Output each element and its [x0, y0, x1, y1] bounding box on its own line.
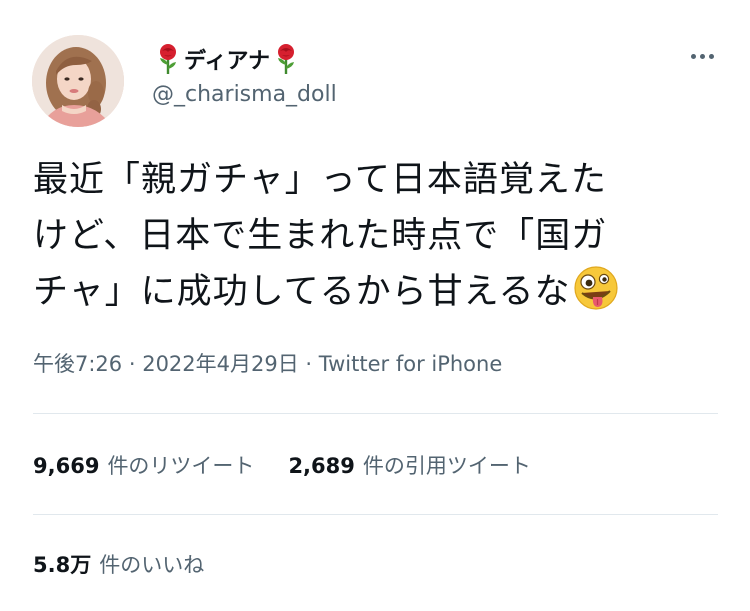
quotes-label: 件の引用ツイート	[362, 454, 531, 478]
divider	[33, 514, 718, 515]
tweet-text: 最近「親ガチャ」って日本語覚えた けど、日本で生まれた時点で「国ガ チャ」に成功…	[33, 152, 723, 320]
avatar-photo	[32, 35, 124, 127]
likes-stats-row: 5.8万 件のいいね	[33, 549, 238, 579]
tweet-text-line: けど、日本で生まれた時点で「国ガ	[33, 216, 608, 256]
tweet-text-line: チャ」に成功してるから甘えるな	[33, 272, 571, 312]
author-display-name: ディアナ	[184, 49, 271, 74]
rose-emoji-icon	[274, 43, 298, 75]
retweets-count: 9,669	[33, 454, 100, 478]
engagement-stats-row: 9,669 件のリツイート 2,689 件の引用ツイート	[33, 450, 565, 480]
likes-count: 5.8万	[33, 553, 92, 577]
tweet-time: 午後7:26	[33, 352, 123, 376]
likes-label: 件のいいね	[99, 553, 205, 577]
author-handle[interactable]: @_charisma_doll	[152, 82, 337, 107]
tweet-time-link[interactable]: 午後7:26 · 2022年4月29日	[33, 352, 299, 376]
avatar[interactable]	[32, 35, 124, 127]
tweet-meta: 午後7:26 · 2022年4月29日 · Twitter for iPhone	[33, 348, 502, 378]
likes-stat[interactable]: 5.8万 件のいいね	[33, 549, 204, 579]
more-options-button[interactable]	[684, 44, 720, 68]
retweets-stat[interactable]: 9,669 件のリツイート	[33, 450, 254, 480]
tweet-text-line-last: チャ」に成功してるから甘えるな	[33, 264, 723, 320]
tweet-source-link[interactable]: Twitter for iPhone	[319, 352, 503, 376]
retweets-label: 件のリツイート	[107, 454, 255, 478]
rose-emoji-icon	[156, 43, 180, 75]
more-dots-icon	[690, 53, 696, 59]
quotes-stat[interactable]: 2,689 件の引用ツイート	[288, 450, 530, 480]
quotes-count: 2,689	[288, 454, 355, 478]
tweet-date: 2022年4月29日	[142, 352, 299, 376]
zany-face-emoji-icon	[573, 265, 619, 311]
meta-separator: ·	[298, 352, 319, 376]
author-name-row[interactable]: ディアナ	[152, 40, 302, 78]
divider	[33, 413, 718, 414]
tweet-text-line: 最近「親ガチャ」って日本語覚えた	[33, 160, 607, 200]
